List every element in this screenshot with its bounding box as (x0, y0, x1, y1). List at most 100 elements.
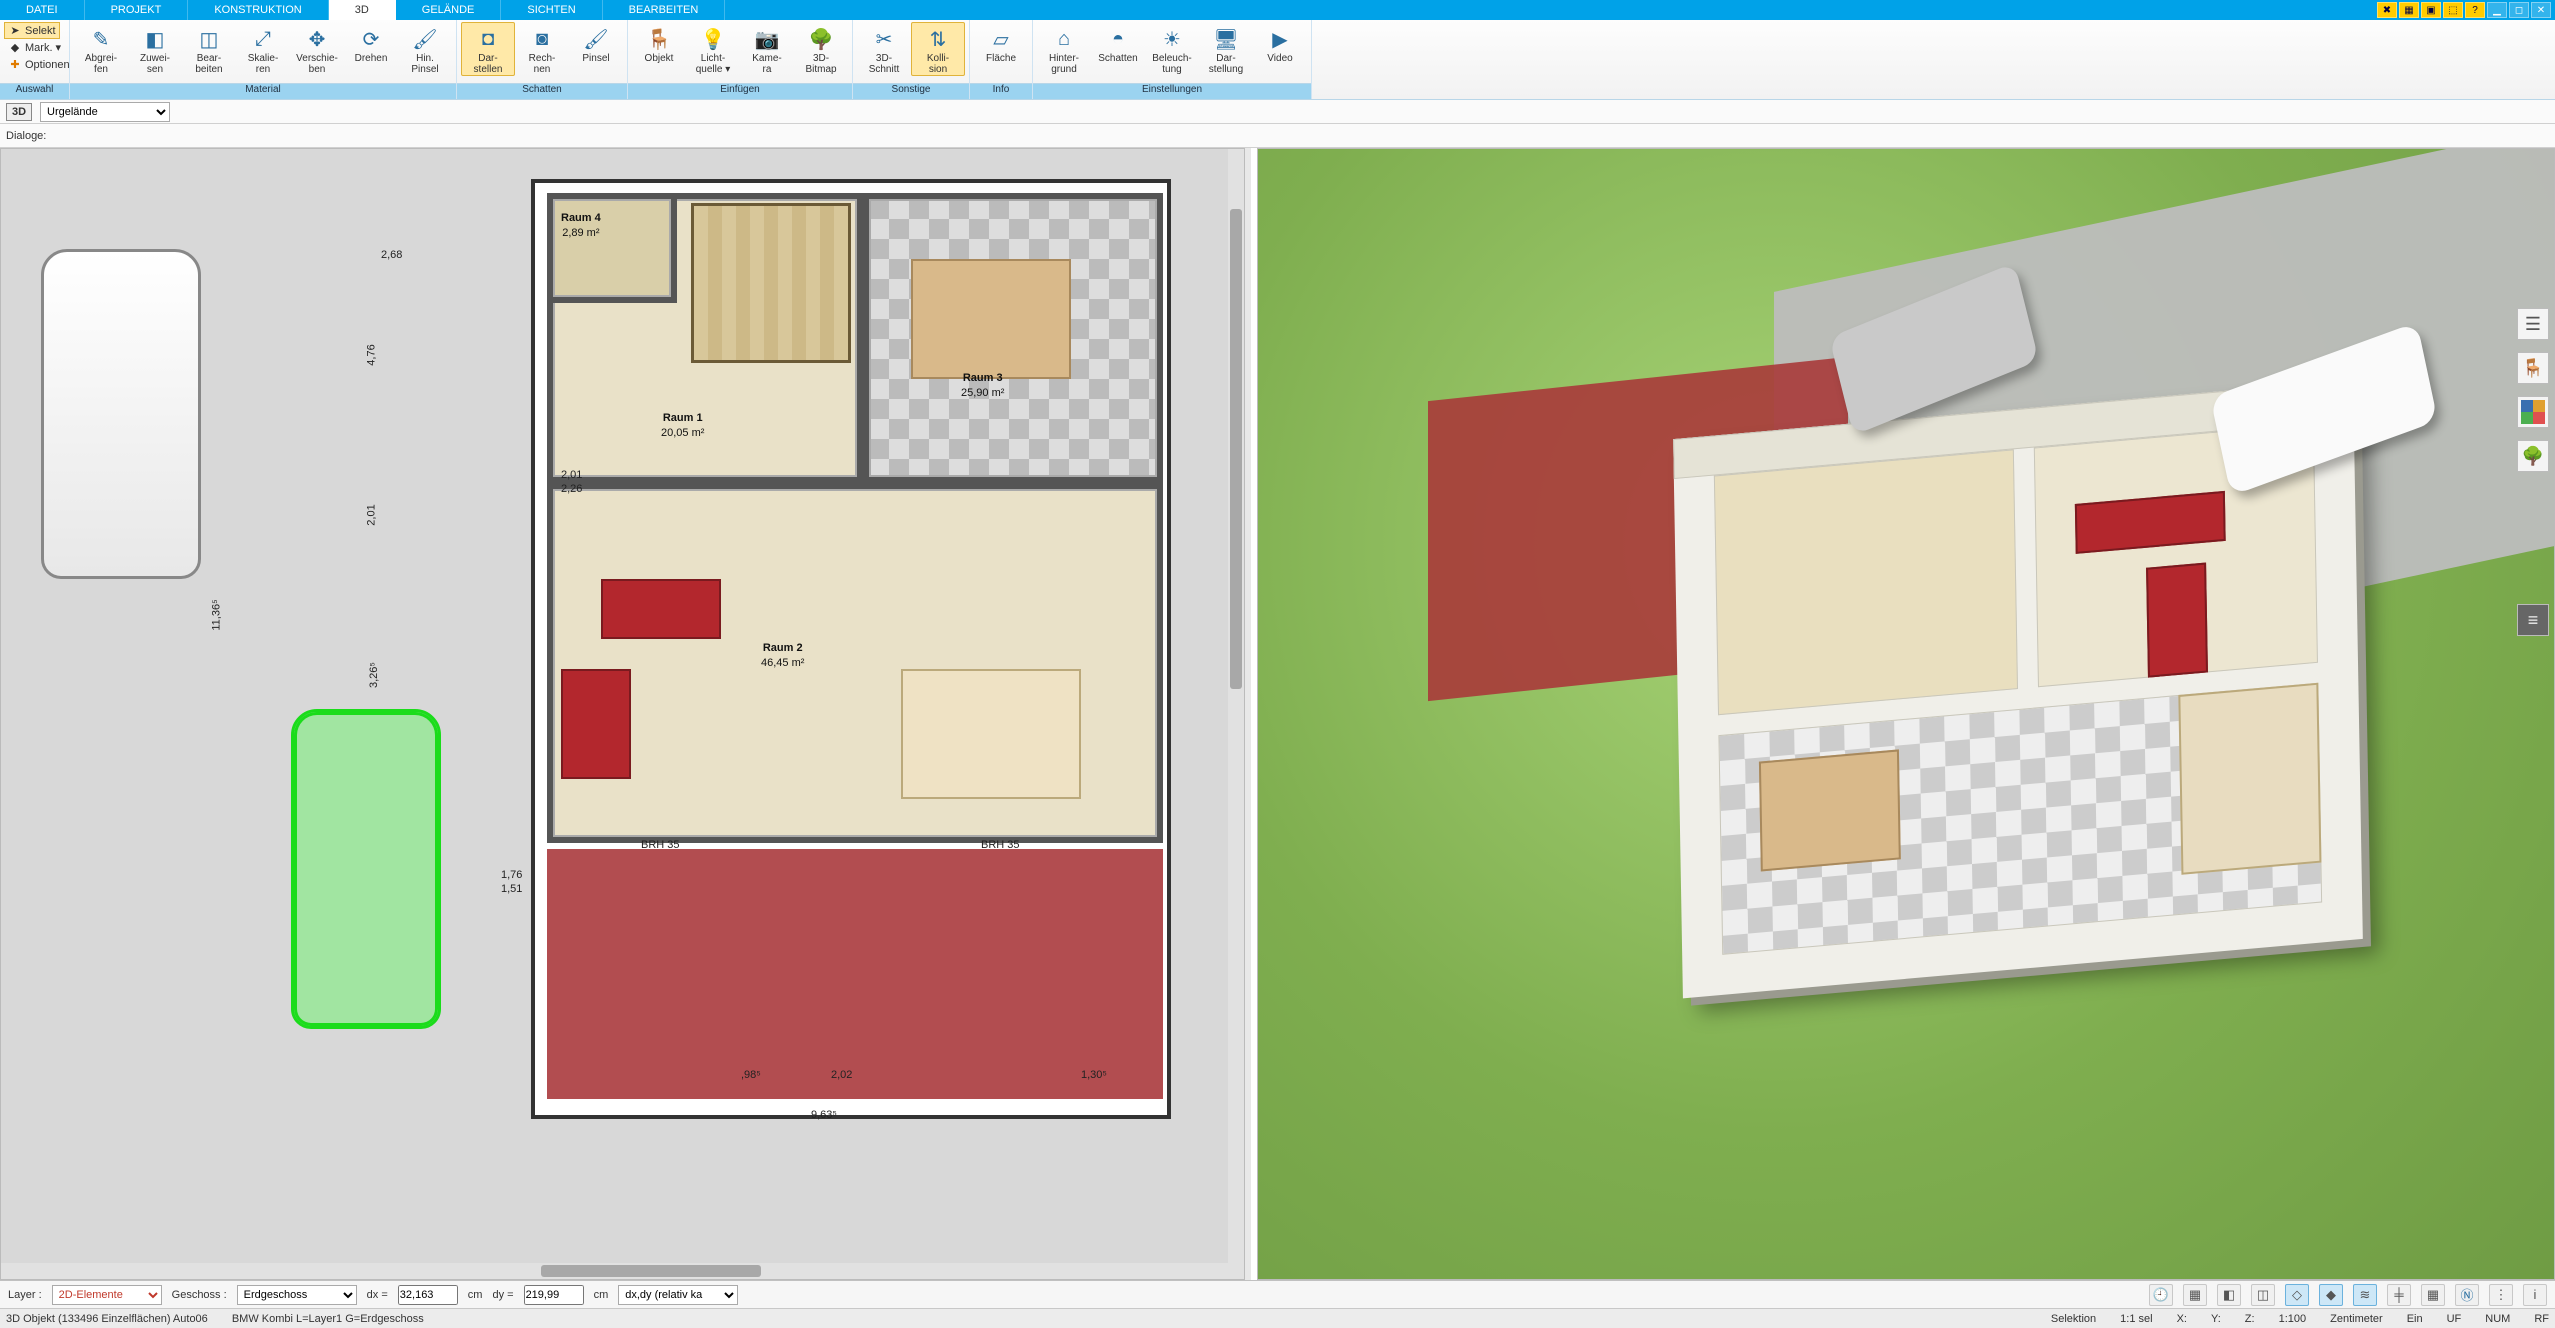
ribbon-bearbeiten-button[interactable]: ◫Bear- beiten (182, 22, 236, 76)
kollision-icon: ⇅ (924, 25, 952, 53)
ribbon-drehen-button[interactable]: ⟳Drehen (344, 22, 398, 65)
ribbon-hinpinsel-button[interactable]: 🖌Hin. Pinsel (398, 22, 452, 76)
rechnen-label: Rech- nen (528, 53, 557, 75)
ribbon-schatten2-button[interactable]: ◓Schatten (1091, 22, 1145, 65)
tb-more-icon[interactable]: ⋮ (2489, 1284, 2513, 1306)
ribbon-darstellen-button[interactable]: ◘Dar- stellen (461, 22, 515, 76)
layer-dropdown[interactable]: 2D-Elemente (52, 1285, 162, 1305)
viewport-3d[interactable] (1257, 148, 2555, 1280)
tab-datei[interactable]: DATEI (0, 0, 85, 20)
tab-3d[interactable]: 3D (329, 0, 396, 20)
dim-b176: 1,76 (501, 869, 522, 881)
tree-icon[interactable]: 🌳 (2517, 440, 2549, 472)
dx-input[interactable] (398, 1285, 458, 1305)
ribbon-darstellung-button[interactable]: 🖥Dar- stellung (1199, 22, 1253, 76)
select-tool[interactable]: ➤Selekt (4, 22, 60, 39)
tb-north-icon[interactable]: Ⓝ (2455, 1284, 2479, 1306)
tab-gelaende[interactable]: GELÄNDE (396, 0, 502, 20)
ribbon-zuweisen-button[interactable]: ◧Zuwei- sen (128, 22, 182, 76)
chair-icon[interactable]: 🪑 (2517, 352, 2549, 384)
objekt-icon: 🪑 (645, 25, 673, 53)
ribbon-skalieren-button[interactable]: ⤢Skalie- ren (236, 22, 290, 76)
terrain-dropdown[interactable]: Urgelände (40, 102, 170, 122)
layer-label: Layer : (8, 1289, 42, 1301)
dialoge-label: Dialoge: (6, 130, 46, 142)
ribbon-objekt-button[interactable]: 🪑Objekt (632, 22, 686, 65)
ribbon-beleuchtung-button[interactable]: ☀Beleuch- tung (1145, 22, 1199, 76)
viewport-2d[interactable]: Raum 1 20,05 m² Raum 2 46,45 m² Raum 3 2… (0, 148, 1245, 1280)
sofa-2-icon (561, 669, 631, 779)
tb-layers-icon[interactable]: ◧ (2217, 1284, 2241, 1306)
tab-bearbeiten[interactable]: BEARBEITEN (603, 0, 726, 20)
dy-label: dy = (492, 1289, 513, 1301)
drawer-icon[interactable]: ≡ (2517, 604, 2549, 636)
geschoss-dropdown[interactable]: Erdgeschoss (237, 1285, 357, 1305)
ribbon-kamera-button[interactable]: 📷Kame- ra (740, 22, 794, 76)
maximize-button[interactable]: ◻ (2509, 2, 2529, 18)
status-x: X: (2177, 1313, 2187, 1325)
kamera-label: Kame- ra (751, 53, 782, 75)
tool-icon-4[interactable]: ⬚ (2443, 2, 2463, 18)
tb-grid1-icon[interactable]: ▦ (2183, 1284, 2207, 1306)
tab-sichten[interactable]: SICHTEN (501, 0, 602, 20)
rel-dropdown[interactable]: dx,dy (relativ ka (618, 1285, 738, 1305)
tb-snap-icon[interactable]: ◇ (2285, 1284, 2309, 1306)
dining-table-icon (911, 259, 1071, 379)
hinpinsel-label: Hin. Pinsel (410, 53, 439, 75)
close-button[interactable]: ✕ (2531, 2, 2551, 18)
group-info: Info (970, 83, 1032, 99)
ribbon-abgreifen-button[interactable]: ✎Abgrei- fen (74, 22, 128, 76)
tab-konstruktion[interactable]: KONSTRUKTION (188, 0, 328, 20)
tb-clock-icon[interactable]: 🕘 (2149, 1284, 2173, 1306)
view-3d-pill[interactable]: 3D (6, 103, 32, 121)
tool-icon-3[interactable]: ▣ (2421, 2, 2441, 18)
darstellung-icon: 🖥 (1212, 25, 1240, 53)
select-label: Selekt (25, 25, 56, 37)
tool-icon-1[interactable]: ✖ (2377, 2, 2397, 18)
status-num: NUM (2485, 1313, 2510, 1325)
tb-grid2-icon[interactable]: ▦ (2421, 1284, 2445, 1306)
hintergrund-label: Hinter- grund (1048, 53, 1080, 75)
tb-guides-icon[interactable]: ╪ (2387, 1284, 2411, 1306)
schatten2-label: Schatten (1097, 53, 1138, 64)
hinpinsel-icon: 🖌 (411, 25, 439, 53)
lichtquelle-icon: 💡 (699, 25, 727, 53)
ribbon-hintergrund-button[interactable]: ⌂Hinter- grund (1037, 22, 1091, 76)
splitter[interactable] (1245, 148, 1251, 1280)
ribbon-verschieben-button[interactable]: ✥Verschie- ben (290, 22, 344, 76)
status-ein: Ein (2407, 1313, 2423, 1325)
options-tool[interactable]: ✚Optionen (4, 56, 74, 73)
ribbon-video-button[interactable]: ▶Video (1253, 22, 1307, 65)
mark-label: Mark. (25, 42, 53, 54)
ribbon-3dschnitt-button[interactable]: ✂3D- Schnitt (857, 22, 911, 76)
tab-projekt[interactable]: PROJEKT (85, 0, 189, 20)
tool-icon-2[interactable]: ▦ (2399, 2, 2419, 18)
scrollbar-h-2d[interactable] (1, 1263, 1244, 1279)
ribbon-3dbitmap-button[interactable]: 🌳3D- Bitmap (794, 22, 848, 76)
bearbeiten-label: Bear- beiten (194, 53, 223, 75)
ribbon-flaeche-button[interactable]: ▱Fläche (974, 22, 1028, 65)
tb-ortho-icon[interactable]: ◆ (2319, 1284, 2343, 1306)
ribbon-pinsel-button[interactable]: 🖌Pinsel (569, 22, 623, 65)
group-schatten: Schatten (457, 83, 627, 99)
car-selected-icon[interactable] (291, 709, 441, 1029)
layers-icon[interactable]: ☰ (2517, 308, 2549, 340)
dy-input[interactable] (524, 1285, 584, 1305)
ribbon-rechnen-button[interactable]: ◙Rech- nen (515, 22, 569, 76)
tb-planes-icon[interactable]: ≋ (2353, 1284, 2377, 1306)
mark-tool[interactable]: ◆Mark.▾ (4, 39, 65, 56)
swatch-icon[interactable] (2517, 396, 2549, 428)
tb-info-icon[interactable]: i (2523, 1284, 2547, 1306)
group-material: Material (70, 83, 456, 99)
table-3d-icon (1759, 749, 1901, 871)
help-icon[interactable]: ? (2465, 2, 2485, 18)
zuweisen-icon: ◧ (141, 25, 169, 53)
ribbon-lichtquelle-button[interactable]: 💡Licht- quelle ▾ (686, 22, 740, 76)
dim-268: 2,68 (381, 249, 402, 261)
scrollbar-v-2d[interactable] (1228, 149, 1244, 1263)
minimize-button[interactable]: ▁ (2487, 2, 2507, 18)
3dbitmap-icon: 🌳 (807, 25, 835, 53)
tb-cube-icon[interactable]: ◫ (2251, 1284, 2275, 1306)
ribbon-kollision-button[interactable]: ⇅Kolli- sion (911, 22, 965, 76)
stairs-3d-icon (2178, 683, 2321, 875)
